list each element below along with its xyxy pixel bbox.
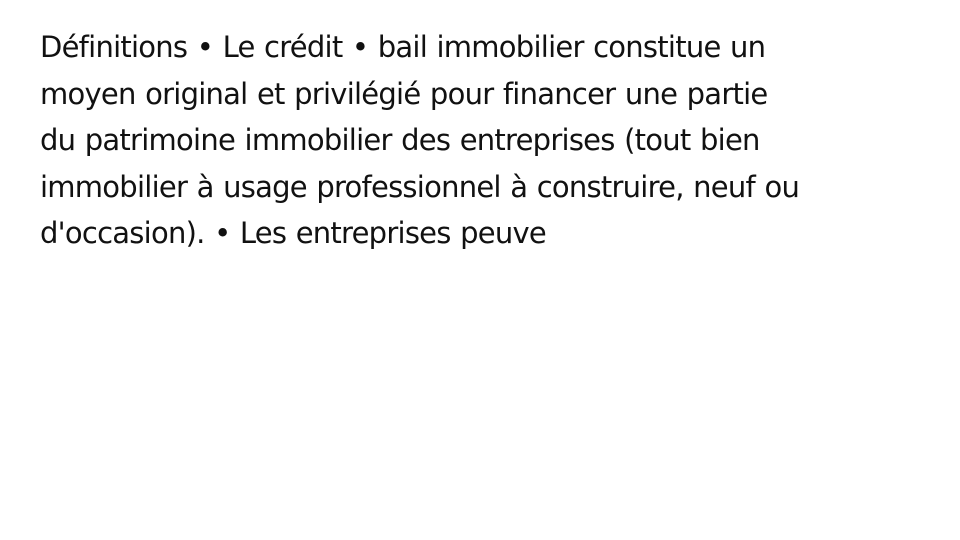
text-line-2: moyen original et privilégié pour financ… (40, 76, 768, 111)
text-line-4: immobilier à usage professionnel à const… (40, 169, 800, 204)
text-line-5: d'occasion). • Les entreprises peuve (40, 216, 547, 250)
slide: Définitions • Le crédit • bail immobilie… (0, 0, 960, 540)
text-line-3: du patrimoine immobilier des entreprises… (40, 123, 760, 157)
body-text: Définitions • Le crédit • bail immobilie… (40, 24, 920, 257)
text-line-1: Définitions • Le crédit • bail immobilie… (40, 30, 766, 64)
